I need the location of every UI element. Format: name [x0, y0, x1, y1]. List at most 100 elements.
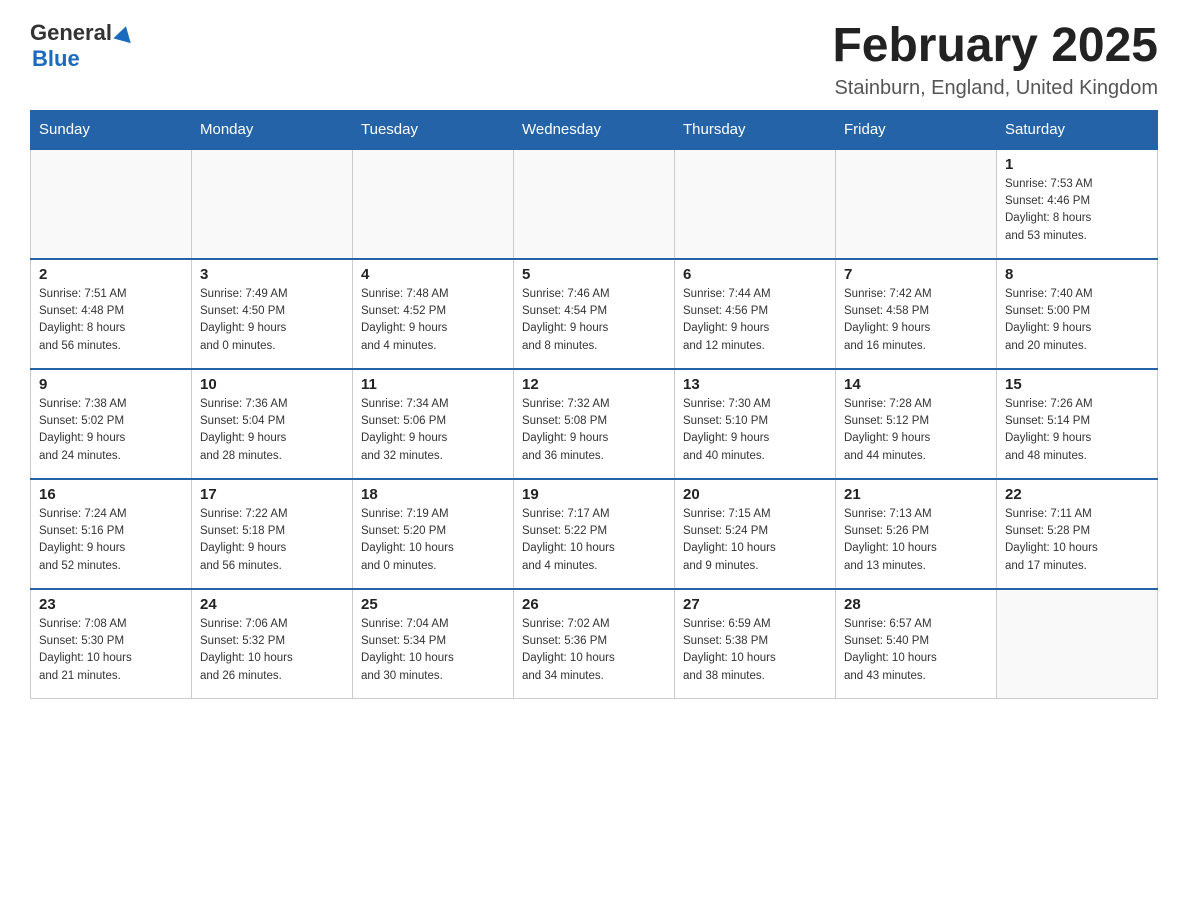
calendar-cell: 26 Sunrise: 7:02 AM Sunset: 5:36 PM Dayli… [514, 589, 675, 699]
day-number: 10 [200, 376, 344, 393]
day-info: Sunrise: 7:40 AM Sunset: 5:00 PM Dayligh… [1005, 286, 1149, 355]
calendar-cell: 3 Sunrise: 7:49 AM Sunset: 4:50 PM Daylig… [192, 259, 353, 369]
day-info: Sunrise: 7:15 AM Sunset: 5:24 PM Dayligh… [683, 506, 827, 575]
calendar-cell: 7 Sunrise: 7:42 AM Sunset: 4:58 PM Daylig… [836, 259, 997, 369]
calendar-cell: 9 Sunrise: 7:38 AM Sunset: 5:02 PM Daylig… [31, 369, 192, 479]
day-info: Sunrise: 7:32 AM Sunset: 5:08 PM Dayligh… [522, 396, 666, 465]
day-number: 16 [39, 486, 183, 503]
day-number: 18 [361, 486, 505, 503]
col-thursday: Thursday [675, 110, 836, 149]
col-wednesday: Wednesday [514, 110, 675, 149]
calendar-cell: 12 Sunrise: 7:32 AM Sunset: 5:08 PM Dayli… [514, 369, 675, 479]
day-info: Sunrise: 7:49 AM Sunset: 4:50 PM Dayligh… [200, 286, 344, 355]
calendar-cell: 2 Sunrise: 7:51 AM Sunset: 4:48 PM Daylig… [31, 259, 192, 369]
calendar-cell: 16 Sunrise: 7:24 AM Sunset: 5:16 PM Dayli… [31, 479, 192, 589]
day-number: 19 [522, 486, 666, 503]
day-number: 24 [200, 596, 344, 613]
calendar-header-row: Sunday Monday Tuesday Wednesday Thursday… [31, 110, 1158, 149]
calendar-table: Sunday Monday Tuesday Wednesday Thursday… [30, 110, 1158, 700]
calendar-cell: 21 Sunrise: 7:13 AM Sunset: 5:26 PM Dayli… [836, 479, 997, 589]
day-info: Sunrise: 7:46 AM Sunset: 4:54 PM Dayligh… [522, 286, 666, 355]
calendar-cell [997, 589, 1158, 699]
day-info: Sunrise: 7:13 AM Sunset: 5:26 PM Dayligh… [844, 506, 988, 575]
day-number: 4 [361, 266, 505, 283]
col-friday: Friday [836, 110, 997, 149]
calendar-cell [514, 149, 675, 259]
calendar-cell: 17Sunrise: 7:22 AM Sunset: 5:18 PM Dayli… [192, 479, 353, 589]
day-number: 8 [1005, 266, 1149, 283]
calendar-cell [31, 149, 192, 259]
calendar-cell: 18 Sunrise: 7:19 AM Sunset: 5:20 PM Dayli… [353, 479, 514, 589]
day-info: Sunrise: 7:51 AM Sunset: 4:48 PM Dayligh… [39, 286, 183, 355]
col-monday: Monday [192, 110, 353, 149]
calendar-cell: 19 Sunrise: 7:17 AM Sunset: 5:22 PM Dayli… [514, 479, 675, 589]
col-sunday: Sunday [31, 110, 192, 149]
day-info: Sunrise: 6:59 AM Sunset: 5:38 PM Dayligh… [683, 616, 827, 685]
day-number: 22 [1005, 486, 1149, 503]
day-info: Sunrise: 7:26 AM Sunset: 5:14 PM Dayligh… [1005, 396, 1149, 465]
calendar-cell: 28Sunrise: 6:57 AM Sunset: 5:40 PM Dayli… [836, 589, 997, 699]
calendar-cell: 13 Sunrise: 7:30 AM Sunset: 5:10 PM Dayli… [675, 369, 836, 479]
week-row-2: 2 Sunrise: 7:51 AM Sunset: 4:48 PM Daylig… [31, 259, 1158, 369]
logo: General Blue [30, 20, 133, 72]
day-info: Sunrise: 7:30 AM Sunset: 5:10 PM Dayligh… [683, 396, 827, 465]
day-info: Sunrise: 7:28 AM Sunset: 5:12 PM Dayligh… [844, 396, 988, 465]
day-number: 15 [1005, 376, 1149, 393]
col-saturday: Saturday [997, 110, 1158, 149]
logo-triangle-icon [113, 23, 134, 42]
week-row-3: 9 Sunrise: 7:38 AM Sunset: 5:02 PM Daylig… [31, 369, 1158, 479]
calendar-cell: 11 Sunrise: 7:34 AM Sunset: 5:06 PM Dayli… [353, 369, 514, 479]
logo-general-text: General [30, 20, 112, 46]
week-row-5: 23 Sunrise: 7:08 AM Sunset: 5:30 PM Dayli… [31, 589, 1158, 699]
day-number: 23 [39, 596, 183, 613]
logo-blue-text: Blue [32, 46, 80, 72]
calendar-cell: 5Sunrise: 7:46 AM Sunset: 4:54 PM Daylig… [514, 259, 675, 369]
day-number: 20 [683, 486, 827, 503]
calendar-cell: 23 Sunrise: 7:08 AM Sunset: 5:30 PM Dayli… [31, 589, 192, 699]
day-info: Sunrise: 7:38 AM Sunset: 5:02 PM Dayligh… [39, 396, 183, 465]
col-tuesday: Tuesday [353, 110, 514, 149]
day-number: 26 [522, 596, 666, 613]
calendar-cell [675, 149, 836, 259]
week-row-4: 16 Sunrise: 7:24 AM Sunset: 5:16 PM Dayli… [31, 479, 1158, 589]
calendar-cell: 1 Sunrise: 7:53 AM Sunset: 4:46 PM Daylig… [997, 149, 1158, 259]
day-info: Sunrise: 7:34 AM Sunset: 5:06 PM Dayligh… [361, 396, 505, 465]
calendar-cell: 10Sunrise: 7:36 AM Sunset: 5:04 PM Dayli… [192, 369, 353, 479]
calendar-cell [192, 149, 353, 259]
day-info: Sunrise: 7:53 AM Sunset: 4:46 PM Dayligh… [1005, 176, 1149, 245]
title-area: February 2025 Stainburn, England, United… [832, 20, 1158, 100]
page-header: General Blue February 2025 Stainburn, En… [30, 20, 1158, 100]
day-number: 7 [844, 266, 988, 283]
day-info: Sunrise: 6:57 AM Sunset: 5:40 PM Dayligh… [844, 616, 988, 685]
day-info: Sunrise: 7:19 AM Sunset: 5:20 PM Dayligh… [361, 506, 505, 575]
day-number: 12 [522, 376, 666, 393]
day-info: Sunrise: 7:08 AM Sunset: 5:30 PM Dayligh… [39, 616, 183, 685]
day-number: 13 [683, 376, 827, 393]
week-row-1: 1 Sunrise: 7:53 AM Sunset: 4:46 PM Daylig… [31, 149, 1158, 259]
day-info: Sunrise: 7:11 AM Sunset: 5:28 PM Dayligh… [1005, 506, 1149, 575]
calendar-cell: 20 Sunrise: 7:15 AM Sunset: 5:24 PM Dayli… [675, 479, 836, 589]
day-info: Sunrise: 7:17 AM Sunset: 5:22 PM Dayligh… [522, 506, 666, 575]
calendar-cell: 22 Sunrise: 7:11 AM Sunset: 5:28 PM Dayli… [997, 479, 1158, 589]
day-number: 27 [683, 596, 827, 613]
day-number: 3 [200, 266, 344, 283]
day-number: 21 [844, 486, 988, 503]
calendar-cell: 27 Sunrise: 6:59 AM Sunset: 5:38 PM Dayli… [675, 589, 836, 699]
day-info: Sunrise: 7:02 AM Sunset: 5:36 PM Dayligh… [522, 616, 666, 685]
day-number: 9 [39, 376, 183, 393]
calendar-cell [353, 149, 514, 259]
day-number: 6 [683, 266, 827, 283]
calendar-cell: 15 Sunrise: 7:26 AM Sunset: 5:14 PM Dayli… [997, 369, 1158, 479]
day-info: Sunrise: 7:42 AM Sunset: 4:58 PM Dayligh… [844, 286, 988, 355]
day-info: Sunrise: 7:06 AM Sunset: 5:32 PM Dayligh… [200, 616, 344, 685]
day-number: 2 [39, 266, 183, 283]
day-info: Sunrise: 7:24 AM Sunset: 5:16 PM Dayligh… [39, 506, 183, 575]
day-number: 11 [361, 376, 505, 393]
month-title: February 2025 [832, 20, 1158, 73]
day-number: 17 [200, 486, 344, 503]
location-text: Stainburn, England, United Kingdom [832, 77, 1158, 100]
calendar-cell: 6Sunrise: 7:44 AM Sunset: 4:56 PM Daylig… [675, 259, 836, 369]
day-number: 25 [361, 596, 505, 613]
day-number: 1 [1005, 156, 1149, 173]
calendar-cell: 14Sunrise: 7:28 AM Sunset: 5:12 PM Dayli… [836, 369, 997, 479]
